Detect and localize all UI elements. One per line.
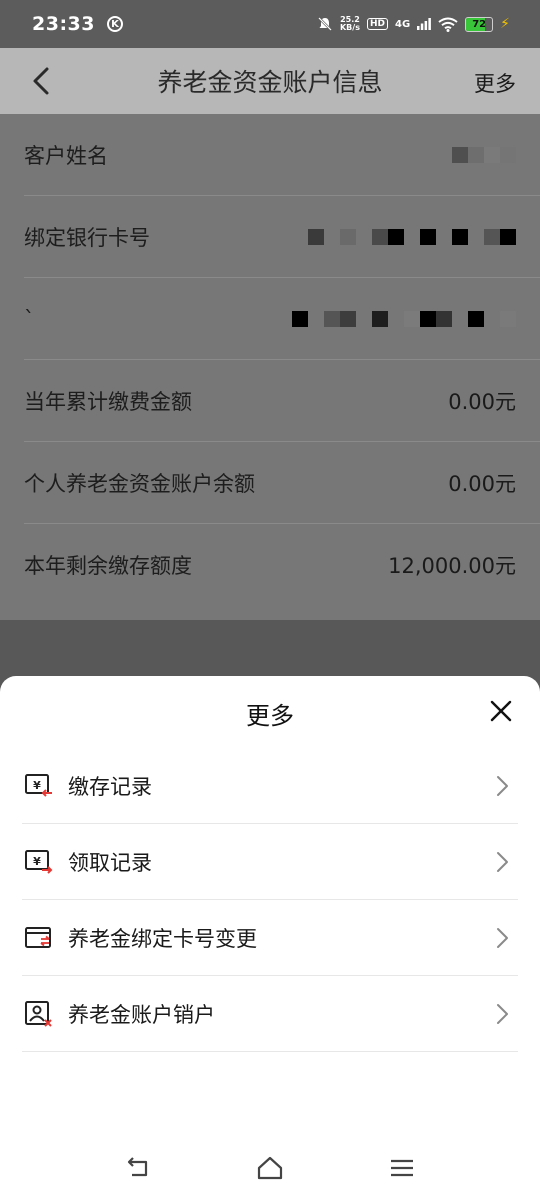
close-icon[interactable] bbox=[490, 700, 512, 722]
info-label: 本年剩余缴存额度 bbox=[24, 554, 192, 578]
more-bottom-sheet: 更多 ¥ 缴存记录 ¥ 领取记录 养老金绑定卡号变更 养老金账户销户 bbox=[0, 676, 540, 1200]
info-row-annual-contribution: 当年累计缴费金额 0.00元 bbox=[24, 360, 540, 442]
menu-item-deposit-record[interactable]: ¥ 缴存记录 bbox=[22, 748, 518, 824]
info-row-account-balance: 个人养老金资金账户余额 0.00元 bbox=[24, 442, 540, 524]
network-speed: 25.2 KB/s bbox=[339, 15, 360, 32]
hd-icon: HD bbox=[366, 18, 388, 30]
info-value: 0.00元 bbox=[448, 471, 516, 496]
info-label: 客户姓名 bbox=[24, 143, 108, 168]
status-right: 25.2 KB/s HD 4G 72 ⚡ bbox=[317, 16, 510, 32]
card-change-icon bbox=[25, 926, 51, 948]
chevron-right-icon bbox=[497, 775, 508, 796]
masked-value bbox=[292, 310, 516, 327]
wifi-icon bbox=[438, 17, 458, 32]
info-row-remaining-quota: 本年剩余缴存额度 12,000.00元 bbox=[24, 524, 540, 606]
menu-item-account-close[interactable]: 养老金账户销户 bbox=[22, 976, 518, 1052]
svg-text:¥: ¥ bbox=[33, 855, 41, 868]
masked-value bbox=[308, 228, 516, 245]
account-info-list: 客户姓名 绑定银行卡号 ` 当年累计缴费金额 0.00元 个人养老金资金账户余额… bbox=[0, 114, 540, 620]
svg-text:¥: ¥ bbox=[33, 779, 41, 792]
info-value: 12,000.00元 bbox=[388, 554, 516, 578]
menu-item-card-change[interactable]: 养老金绑定卡号变更 bbox=[22, 900, 518, 976]
more-menu: ¥ 缴存记录 ¥ 领取记录 养老金绑定卡号变更 养老金账户销户 bbox=[22, 748, 518, 1052]
k-badge-icon: K bbox=[106, 16, 123, 32]
signal-icon bbox=[417, 18, 432, 30]
menu-item-label: 养老金绑定卡号变更 bbox=[68, 926, 257, 951]
chevron-right-icon bbox=[497, 851, 508, 872]
info-label: 绑定银行卡号 bbox=[24, 225, 150, 250]
more-button[interactable]: 更多 bbox=[474, 68, 516, 98]
system-menu-icon[interactable] bbox=[388, 1154, 416, 1182]
deposit-record-icon: ¥ bbox=[25, 773, 52, 797]
battery-icon: 72 bbox=[465, 16, 494, 32]
info-value: 0.00元 bbox=[448, 389, 516, 414]
network-4g: 4G bbox=[394, 18, 411, 30]
info-label: 当年累计缴费金额 bbox=[24, 389, 192, 414]
masked-value bbox=[452, 146, 516, 163]
chevron-right-icon bbox=[497, 1003, 508, 1024]
battery-level: 72 bbox=[472, 18, 487, 30]
status-bar: 23:33 K 25.2 KB/s HD 4G 72 ⚡ bbox=[0, 0, 540, 48]
system-home-icon[interactable] bbox=[256, 1154, 284, 1182]
back-arrow-icon[interactable] bbox=[28, 66, 56, 96]
sheet-title: 更多 bbox=[246, 702, 294, 730]
menu-item-label: 养老金账户销户 bbox=[68, 1002, 215, 1027]
chevron-right-icon bbox=[497, 927, 508, 948]
info-row-customer-name: 客户姓名 bbox=[24, 114, 540, 196]
system-navigation bbox=[0, 1140, 540, 1196]
mute-bell-icon bbox=[318, 17, 332, 31]
system-back-icon[interactable] bbox=[124, 1154, 152, 1182]
info-row-account-number: ` bbox=[24, 278, 540, 360]
account-close-icon bbox=[25, 1000, 52, 1027]
withdraw-record-icon: ¥ bbox=[25, 849, 53, 874]
info-label: 个人养老金资金账户余额 bbox=[24, 471, 255, 496]
info-label: ` bbox=[24, 306, 35, 331]
charging-bolt-icon: ⚡ bbox=[500, 16, 510, 32]
menu-item-label: 领取记录 bbox=[68, 850, 152, 875]
nav-bar: 养老金资金账户信息 更多 bbox=[0, 48, 540, 114]
menu-item-withdraw-record[interactable]: ¥ 领取记录 bbox=[22, 824, 518, 900]
info-row-bank-card: 绑定银行卡号 bbox=[24, 196, 540, 278]
page-title: 养老金资金账户信息 bbox=[157, 68, 383, 97]
menu-item-label: 缴存记录 bbox=[68, 774, 152, 799]
status-time: 23:33 bbox=[32, 13, 95, 35]
